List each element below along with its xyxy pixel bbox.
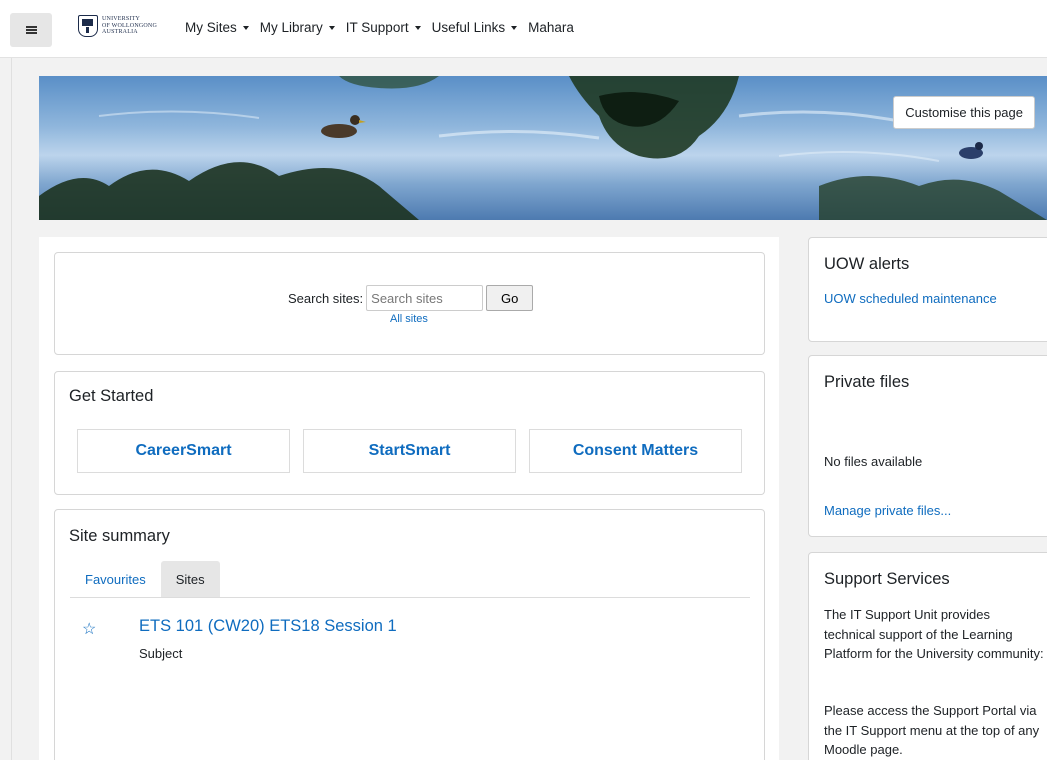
uow-alerts-title: UOW alerts <box>824 255 910 273</box>
caret-down-icon <box>242 25 249 30</box>
course-link[interactable]: ETS 101 (CW20) ETS18 Session 1 <box>139 617 397 636</box>
main-nav-menu: My Sites My Library IT Support Useful Li… <box>185 20 574 35</box>
support-paragraph-1: The IT Support Unit provides technical s… <box>824 607 1044 661</box>
menu-icon <box>25 26 37 34</box>
tab-sites[interactable]: Sites <box>160 561 220 597</box>
logo-text: UNIVERSITY OF WOLLONGONG AUSTRALIA <box>102 16 157 36</box>
support-services-card: Support Services The IT Support Unit pro… <box>808 552 1047 760</box>
nav-useful-links[interactable]: Useful Links <box>432 20 518 35</box>
star-favourite-icon[interactable]: ☆ <box>82 619 96 639</box>
careersmart-button[interactable]: CareerSmart <box>77 429 290 473</box>
nav-it-support[interactable]: IT Support <box>346 20 421 35</box>
search-row: Search sites: Go <box>288 285 534 311</box>
site-summary-title: Site summary <box>69 527 170 545</box>
site-summary-tabs: Favourites Sites <box>70 561 750 598</box>
support-services-title: Support Services <box>824 570 950 588</box>
all-sites-link[interactable]: All sites <box>390 313 428 325</box>
search-label: Search sites: <box>288 290 364 306</box>
private-files-title: Private files <box>824 373 910 391</box>
support-paragraph-2: Please access the Support Portal via the… <box>824 703 1040 757</box>
drawer-strip <box>0 58 12 760</box>
tab-favourites[interactable]: Favourites <box>70 561 161 597</box>
header-banner-image: Customise this page <box>39 76 1047 220</box>
main-content-region: Search sites: Go All sites Get Started C… <box>39 237 779 760</box>
startsmart-button[interactable]: StartSmart <box>303 429 516 473</box>
caret-down-icon <box>511 25 518 30</box>
site-summary-card: Site summary Favourites Sites ☆ ETS 101 … <box>54 509 765 760</box>
no-files-text: No files available <box>824 454 923 469</box>
consent-matters-button[interactable]: Consent Matters <box>529 429 742 473</box>
uow-scheduled-maintenance-link[interactable]: UOW scheduled maintenance <box>824 291 997 306</box>
get-started-card: Get Started CareerSmart StartSmart Conse… <box>54 371 765 495</box>
manage-private-files-link[interactable]: Manage private files... <box>824 503 951 518</box>
uow-logo[interactable]: UNIVERSITY OF WOLLONGONG AUSTRALIA <box>78 13 157 39</box>
caret-down-icon <box>414 25 421 30</box>
uow-alerts-card: UOW alerts UOW scheduled maintenance <box>808 237 1047 342</box>
nav-my-library[interactable]: My Library <box>260 20 335 35</box>
caret-down-icon <box>328 25 335 30</box>
get-started-title: Get Started <box>69 387 154 405</box>
hamburger-menu-button[interactable] <box>10 13 52 47</box>
nav-my-sites[interactable]: My Sites <box>185 20 249 35</box>
customise-page-button[interactable]: Customise this page <box>893 96 1035 129</box>
top-navbar: UNIVERSITY OF WOLLONGONG AUSTRALIA My Si… <box>0 0 1047 58</box>
uow-crest-icon <box>78 15 98 37</box>
course-type-label: Subject <box>139 646 183 661</box>
search-sites-input[interactable] <box>366 285 484 311</box>
nav-mahara[interactable]: Mahara <box>528 20 574 35</box>
private-files-card: Private files No files available Manage … <box>808 355 1047 537</box>
search-sites-card: Search sites: Go All sites <box>54 252 765 355</box>
go-button[interactable]: Go <box>486 285 534 311</box>
